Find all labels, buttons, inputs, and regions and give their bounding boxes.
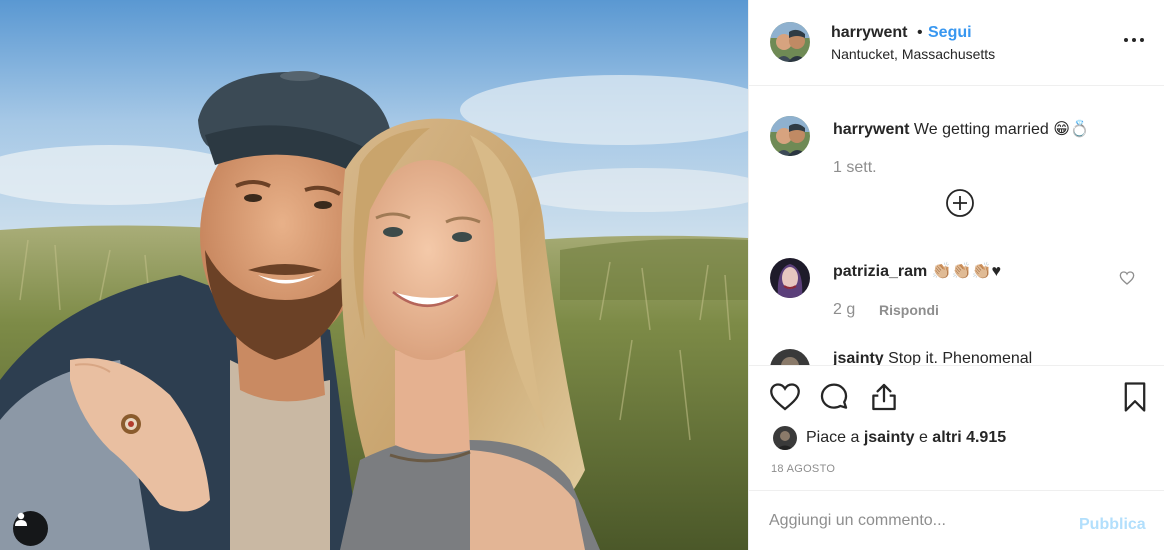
comment-body: We getting married 😁💍 <box>909 121 1090 138</box>
avatar-image <box>773 426 797 450</box>
comment-username[interactable]: patrizia_ram <box>833 263 927 280</box>
comment-like-heart-icon[interactable] <box>1119 270 1135 286</box>
comment-input[interactable] <box>769 509 1069 533</box>
avatar-image <box>770 22 810 62</box>
avatar-image <box>770 349 810 365</box>
post-date[interactable]: 18 AGOSTO <box>771 463 835 475</box>
post-actions: Piace a jsainty e altri 4.915 18 AGOSTO <box>749 365 1164 490</box>
plus-circle-icon <box>946 189 974 217</box>
reply-button[interactable]: Rispondi <box>879 302 939 318</box>
publish-button[interactable]: Pubblica <box>1079 516 1146 534</box>
comment-username[interactable]: jsainty <box>833 350 884 365</box>
share-icon[interactable] <box>867 380 901 414</box>
post-location[interactable]: Nantucket, Massachusetts <box>831 46 995 62</box>
author-avatar[interactable] <box>770 22 810 62</box>
follow-button[interactable]: Segui <box>928 24 972 42</box>
comment-time[interactable]: 2 g <box>833 301 855 319</box>
author-avatar[interactable] <box>770 116 810 156</box>
likes-count[interactable]: altri 4.915 <box>932 429 1006 446</box>
post-photo[interactable] <box>0 0 748 550</box>
liker-avatar[interactable] <box>773 426 797 450</box>
comment-bubble-icon[interactable] <box>817 380 851 414</box>
like-heart-icon[interactable] <box>768 380 802 414</box>
comment-text: harrywent We getting married 😁💍 <box>833 119 1090 139</box>
likes-text: Piace a jsainty e altri 4.915 <box>806 429 1006 447</box>
comments-list[interactable]: harrywent We getting married 😁💍 1 sett. <box>749 87 1164 365</box>
comment-username[interactable]: harrywent <box>833 121 909 138</box>
more-options-icon[interactable] <box>1124 30 1150 50</box>
separator-dot: • <box>917 24 923 41</box>
avatar-image <box>770 116 810 156</box>
comment-body: Stop it. Phenomenal <box>883 350 1033 365</box>
likes-middle: e <box>914 429 933 446</box>
comment-text: patrizia_ram 👏🏼👏🏼👏🏼♥ <box>833 261 1001 281</box>
commenter-avatar[interactable] <box>770 258 810 298</box>
post-details-panel: harrywent • Segui Nantucket, Massachuset… <box>748 0 1164 550</box>
author-username[interactable]: harrywent <box>831 24 907 42</box>
comment-text: jsainty Stop it. Phenomenal <box>833 350 1032 365</box>
couple-selfie-image <box>0 0 748 550</box>
commenter-avatar[interactable] <box>770 349 810 365</box>
likes-summary[interactable]: Piace a jsainty e altri 4.915 <box>773 426 1006 450</box>
user-icon <box>15 512 27 526</box>
liker-username[interactable]: jsainty <box>864 429 915 446</box>
tagged-users-button[interactable] <box>13 511 48 546</box>
avatar-image <box>770 258 810 298</box>
load-more-comments-button[interactable] <box>945 188 975 218</box>
add-comment-bar: Pubblica <box>749 490 1164 550</box>
comment-time[interactable]: 1 sett. <box>833 159 877 177</box>
comment-body: 👏🏼👏🏼👏🏼♥ <box>927 263 1001 280</box>
bookmark-icon[interactable] <box>1118 380 1152 414</box>
likes-prefix: Piace a <box>806 429 864 446</box>
post-header: harrywent • Segui Nantucket, Massachuset… <box>749 0 1164 86</box>
